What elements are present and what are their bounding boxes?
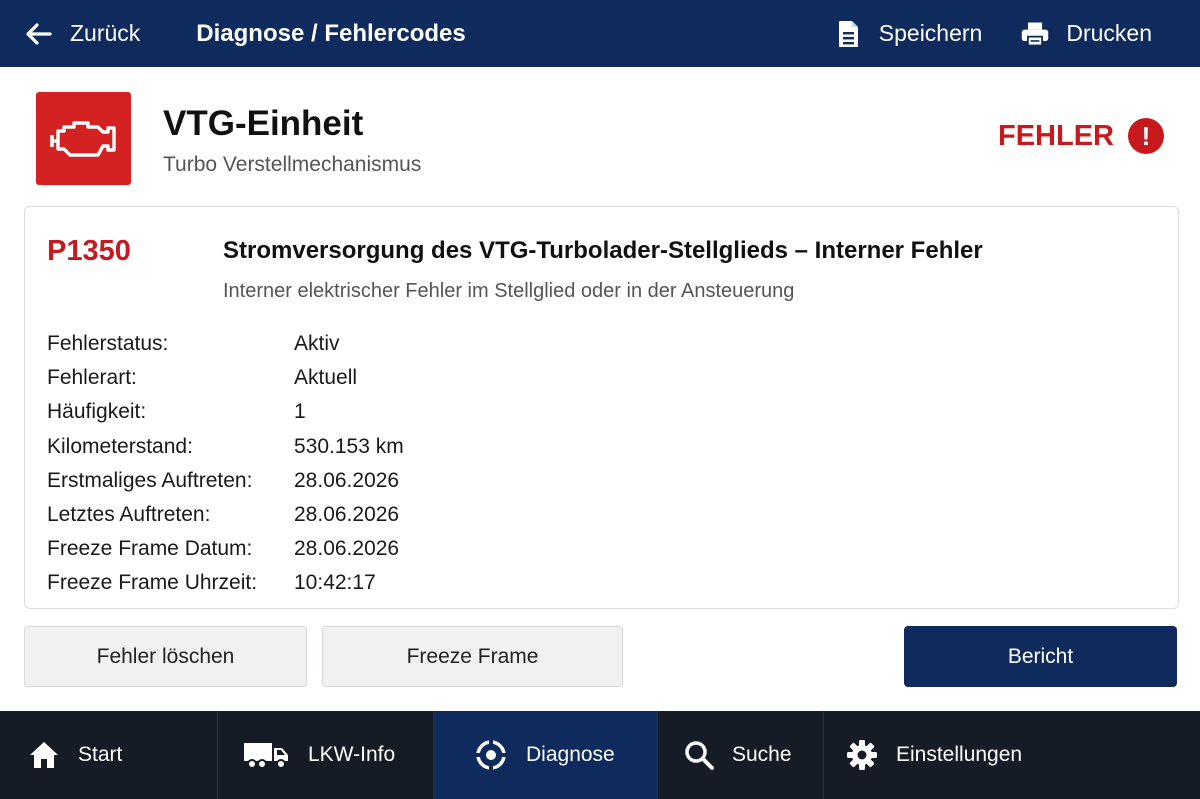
detail-label: Kilometerstand: xyxy=(47,434,193,458)
module-name: VTG-Einheit xyxy=(163,104,364,143)
detail-row: Letztes Auftreten: 28.06.2026 xyxy=(47,498,404,532)
truck-icon xyxy=(244,743,288,769)
detail-row: Fehlerart: Aktuell xyxy=(47,361,404,395)
detail-row: Erstmaliges Auftreten: 28.06.2026 xyxy=(47,464,404,498)
back-button[interactable]: Zurück xyxy=(24,20,140,48)
top-bar: Zurück Diagnose / Fehlercodes Speichern … xyxy=(0,0,1200,67)
detail-value: 28.06.2026 xyxy=(294,468,400,492)
detail-value: 10:42:17 xyxy=(294,571,376,595)
nav-label: LKW-Info xyxy=(308,743,396,766)
page-title: Diagnose / Fehlercodes xyxy=(196,19,466,47)
save-file-icon xyxy=(838,20,858,47)
exclamation-icon: ! xyxy=(1128,118,1164,154)
status-text: FEHLER xyxy=(998,119,1114,152)
fault-code: P1350 xyxy=(47,235,131,267)
gear-icon xyxy=(847,740,877,770)
detail-label: Letztes Auftreten: xyxy=(47,503,211,527)
print-button[interactable]: Drucken xyxy=(1020,19,1152,49)
engine-warning-tile xyxy=(36,92,131,185)
detail-row: Freeze Frame Datum: 28.06.2026 xyxy=(47,532,404,566)
nav-item-start[interactable]: Start xyxy=(0,711,218,799)
save-label: Speichern xyxy=(878,20,983,46)
save-button[interactable]: Speichern xyxy=(833,19,983,49)
detail-value: 28.06.2026 xyxy=(294,537,400,561)
detail-row: Fehlerstatus: Aktiv xyxy=(47,327,404,361)
module-subtitle: Turbo Verstellmechanismus xyxy=(163,153,422,176)
diagnose-icon xyxy=(475,739,507,771)
search-icon xyxy=(685,741,714,770)
detail-label: Erstmaliges Auftreten: xyxy=(47,468,253,492)
detail-row: Kilometerstand: 530.153 km xyxy=(47,430,404,464)
nav-label: Suche xyxy=(732,743,792,766)
detail-label: Fehlerstatus: xyxy=(47,332,169,356)
detail-row: Häufigkeit: 1 xyxy=(47,395,404,429)
nav-item-suche[interactable]: Suche xyxy=(658,711,824,799)
detail-value: 530.153 km xyxy=(294,434,404,458)
nav-item-diagnose[interactable]: Diagnose xyxy=(434,711,658,799)
home-icon xyxy=(30,742,58,768)
back-label: Zurück xyxy=(70,20,141,46)
printer-icon xyxy=(1022,22,1049,46)
fault-card: P1350 Stromversorgung des VTG-Turbolader… xyxy=(24,206,1179,609)
clear-faults-button[interactable]: Fehler löschen xyxy=(24,626,307,687)
engine-icon xyxy=(49,120,116,157)
fault-description: Interner elektrischer Fehler im Stellgli… xyxy=(223,280,795,302)
detail-value: 28.06.2026 xyxy=(294,503,400,527)
detail-value: 1 xyxy=(294,400,306,424)
arrow-left-icon xyxy=(26,22,52,45)
print-label: Drucken xyxy=(1066,20,1152,46)
fault-details: Fehlerstatus: Aktiv Fehlerart: Aktuell Häu… xyxy=(47,327,404,601)
detail-value: Aktuell xyxy=(294,366,358,390)
nav-label: Diagnose xyxy=(526,743,615,766)
bottom-navigation: Start LKW-Info Diagnose Suche Einstellun… xyxy=(0,711,1200,799)
detail-label: Häufigkeit: xyxy=(47,400,147,424)
freeze-frame-button[interactable]: Freeze Frame xyxy=(322,626,623,687)
status-badge: FEHLER ! xyxy=(998,118,1164,154)
nav-item-einstellungen[interactable]: Einstellungen xyxy=(824,711,1200,799)
fault-title: Stromversorgung des VTG-Turbolader-Stell… xyxy=(223,237,983,264)
detail-value: Aktiv xyxy=(294,332,340,356)
nav-label: Einstellungen xyxy=(896,743,1023,766)
detail-row: Freeze Frame Uhrzeit: 10:42:17 xyxy=(47,566,404,600)
detail-label: Freeze Frame Datum: xyxy=(47,537,253,561)
nav-item-lkw-info[interactable]: LKW-Info xyxy=(218,711,434,799)
detail-label: Fehlerart: xyxy=(47,366,137,390)
detail-label: Freeze Frame Uhrzeit: xyxy=(47,571,258,595)
nav-label: Start xyxy=(78,743,123,766)
report-button[interactable]: Bericht xyxy=(904,626,1177,687)
